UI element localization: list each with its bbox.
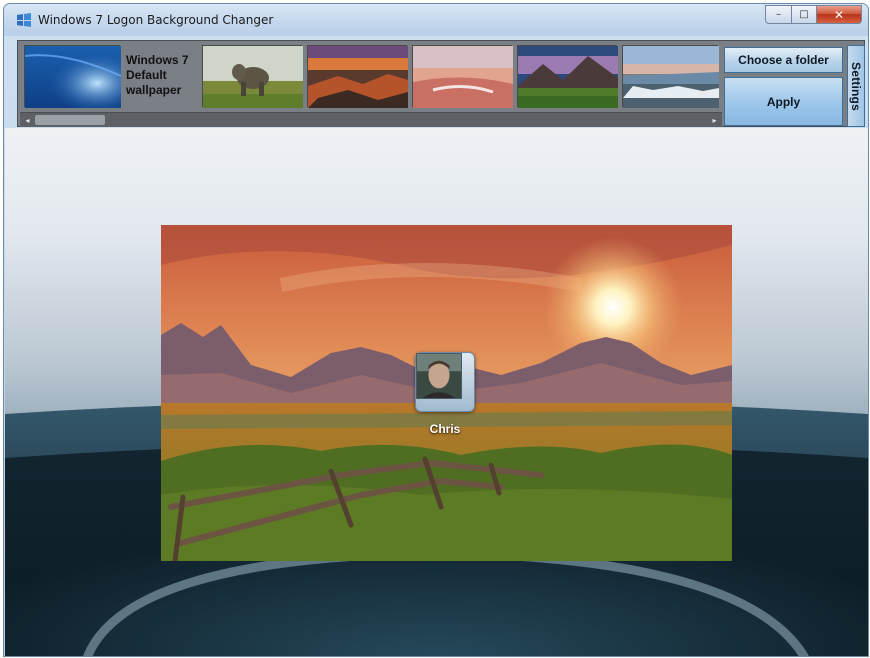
mountain-meadow-image bbox=[518, 46, 618, 108]
thumbnail-scrollbar[interactable]: ◂ ▸ bbox=[20, 112, 722, 127]
thumbnail-waterfall-lake[interactable] bbox=[622, 45, 719, 108]
thumbnail-pink-lake[interactable] bbox=[412, 45, 513, 108]
title-bar[interactable]: Windows 7 Logon Background Changer – □ ✕ bbox=[4, 4, 868, 36]
user-name: Chris bbox=[429, 422, 461, 436]
default-wallpaper-label[interactable]: Windows 7 Default wallpaper bbox=[126, 53, 189, 98]
label-line-3: wallpaper bbox=[126, 83, 182, 97]
maximize-button[interactable]: □ bbox=[791, 5, 817, 24]
default-wallpaper-image bbox=[24, 46, 122, 108]
elephant-image bbox=[203, 46, 303, 108]
pink-lake-image bbox=[413, 46, 513, 108]
preview-stage: Chris bbox=[5, 128, 868, 656]
thumbnail-default-wallpaper[interactable] bbox=[24, 45, 122, 108]
close-icon: ✕ bbox=[833, 7, 845, 22]
user-avatar bbox=[416, 353, 462, 399]
label-line-1: Windows 7 bbox=[126, 53, 189, 67]
scrollbar-thumb[interactable] bbox=[35, 115, 105, 125]
wallpaper-toolbar: Windows 7 Default wallpaper ◂ ▸ Choose a… bbox=[17, 40, 865, 127]
thumbnail-elephant[interactable] bbox=[202, 45, 303, 108]
choose-folder-button[interactable]: Choose a folder bbox=[724, 47, 843, 73]
app-icon bbox=[17, 13, 31, 27]
apply-button[interactable]: Apply bbox=[724, 77, 843, 126]
settings-tab[interactable]: Settings bbox=[847, 45, 865, 127]
thumbnail-rocky-coast[interactable] bbox=[307, 45, 408, 108]
thumbnail-mountain-meadow[interactable] bbox=[517, 45, 618, 108]
thumbnail-strip: Windows 7 Default wallpaper bbox=[20, 43, 719, 109]
waterfall-lake-image bbox=[623, 46, 719, 108]
logon-preview: Chris bbox=[161, 225, 732, 561]
minimize-icon: – bbox=[776, 9, 781, 20]
app-window: Windows 7 Logon Background Changer – □ ✕ bbox=[3, 3, 869, 657]
scroll-right-arrow-icon[interactable]: ▸ bbox=[707, 113, 722, 127]
window-title: Windows 7 Logon Background Changer bbox=[38, 13, 274, 27]
close-button[interactable]: ✕ bbox=[816, 5, 862, 24]
rocky-coast-image bbox=[308, 46, 408, 108]
maximize-icon: □ bbox=[799, 9, 809, 20]
settings-label: Settings bbox=[849, 61, 863, 111]
minimize-button[interactable]: – bbox=[765, 5, 792, 24]
scroll-left-arrow-icon[interactable]: ◂ bbox=[20, 113, 35, 127]
label-line-2: Default bbox=[126, 68, 167, 82]
user-tile[interactable] bbox=[415, 352, 475, 412]
